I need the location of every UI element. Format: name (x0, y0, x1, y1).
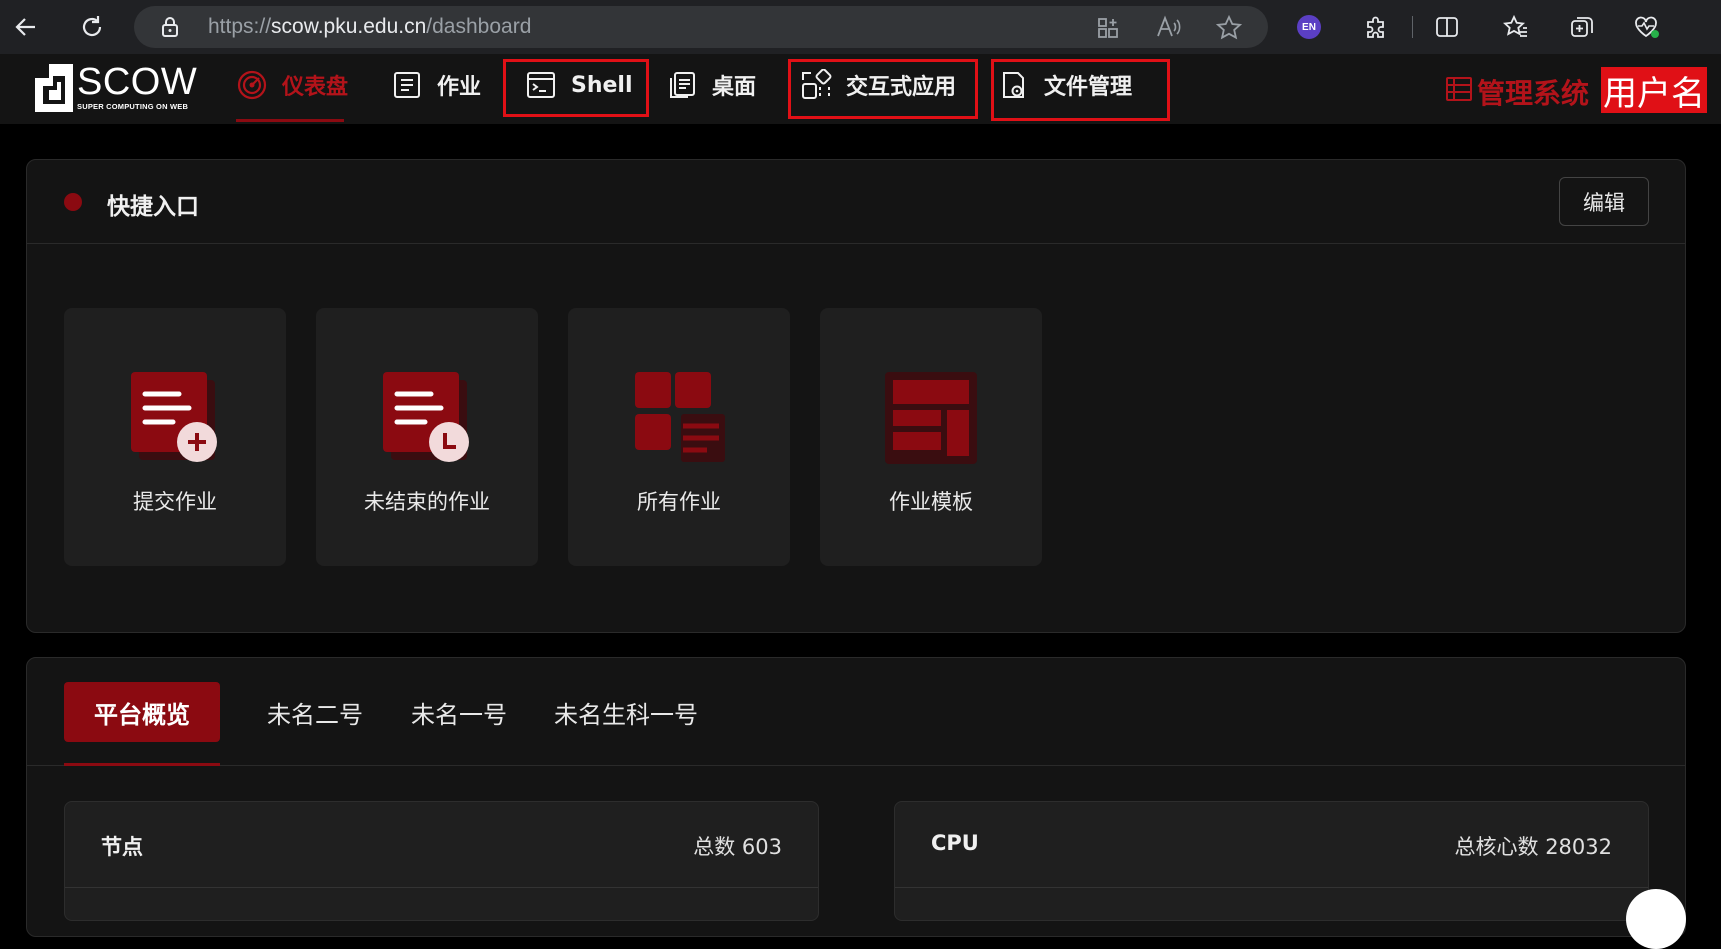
tab-weiming-2[interactable]: 未名二号 (267, 682, 363, 742)
admin-system-label: 管理系统 (1477, 77, 1590, 110)
tile-job-template-label: 作业模板 (889, 490, 973, 514)
tile-job-template[interactable]: 作业模板 (820, 308, 1042, 566)
cpu-stat-total: 总核心数 28032 (1454, 835, 1612, 859)
lock-icon[interactable] (160, 16, 180, 42)
platform-overview-card: 平台概览 未名二号 未名一号 未名生科一号 节点 总数 603 CPU 总核心数… (26, 657, 1686, 937)
nav-desktop-label: 桌面 (712, 75, 757, 100)
logo-title: SCOW (77, 61, 198, 103)
username-button[interactable]: 用户名 (1601, 67, 1707, 114)
apps-icon (800, 69, 832, 101)
tile-submit-job-label: 提交作业 (133, 490, 217, 514)
tile-running-jobs-label: 未结束的作业 (364, 490, 490, 514)
nav-file-manager[interactable]: 文件管理 (998, 54, 1132, 116)
profile-badge[interactable]: EN (1297, 15, 1321, 39)
admin-system-icon (1445, 75, 1473, 110)
tab-weiming-1[interactable]: 未名一号 (411, 682, 507, 742)
reload-icon[interactable] (76, 11, 108, 43)
edit-button[interactable]: 编辑 (1559, 177, 1649, 226)
submit-job-icon (127, 370, 223, 470)
nav-desktop[interactable]: 桌面 (666, 54, 756, 116)
quick-access-title: 快捷入口 (107, 194, 199, 220)
cluster-tab-bar: 平台概览 未名二号 未名一号 未名生科一号 (27, 658, 1685, 766)
cpu-stat-title: CPU (931, 831, 979, 855)
tile-all-jobs-label: 所有作业 (637, 490, 721, 514)
terminal-icon (525, 69, 557, 101)
tab-active-indicator (64, 763, 220, 766)
logo-subtitle: SUPER COMPUTING ON WEB (77, 102, 189, 111)
nav-shell-label: Shell (571, 72, 633, 98)
file-manager-icon (998, 69, 1030, 101)
tab-weiming-bio-1[interactable]: 未名生科一号 (554, 682, 698, 742)
url-text: https://scow.pku.edu.cn/dashboard (208, 15, 532, 38)
nav-active-indicator (236, 119, 344, 122)
scow-logo[interactable]: SCOW SUPER COMPUTING ON WEB (35, 61, 198, 112)
running-jobs-icon (379, 370, 475, 470)
nav-file-manager-label: 文件管理 (1044, 75, 1133, 100)
nav-jobs-label: 作业 (437, 75, 482, 100)
nav-dashboard[interactable]: 仪表盘 (236, 54, 348, 116)
address-bar[interactable]: https://scow.pku.edu.cn/dashboard (134, 6, 1268, 48)
read-aloud-icon[interactable] (1156, 15, 1182, 43)
tile-submit-job[interactable]: 提交作业 (64, 308, 286, 566)
nodes-stat-card: 节点 总数 603 (64, 801, 819, 921)
nav-dashboard-label: 仪表盘 (282, 75, 349, 100)
extensions-puzzle-icon[interactable] (1360, 11, 1392, 43)
nav-shell[interactable]: Shell (525, 54, 633, 116)
nodes-stat-total: 总数 603 (693, 835, 782, 859)
desktop-icon (666, 69, 698, 101)
quick-access-header: 快捷入口 编辑 (27, 160, 1685, 244)
all-jobs-icon (631, 370, 727, 470)
admin-system-link[interactable]: 管理系统 (1445, 72, 1589, 112)
quick-access-card: 快捷入口 编辑 提交作业 未结束的作业 所有作业 作业模板 (26, 159, 1686, 633)
tile-running-jobs[interactable]: 未结束的作业 (316, 308, 538, 566)
collections-icon[interactable] (1566, 11, 1598, 43)
nodes-stat-title: 节点 (101, 835, 143, 859)
job-template-icon (883, 370, 979, 470)
favorite-star-icon[interactable] (1215, 14, 1243, 45)
split-screen-icon[interactable] (1431, 11, 1463, 43)
job-list-icon (391, 69, 423, 101)
nav-interactive-apps[interactable]: 交互式应用 (800, 54, 956, 116)
app-available-icon[interactable] (1096, 16, 1120, 44)
scow-logo-icon (35, 64, 73, 112)
quick-access-dot-icon (64, 193, 82, 211)
back-icon[interactable] (10, 11, 42, 43)
tile-all-jobs[interactable]: 所有作业 (568, 308, 790, 566)
tab-platform-overview[interactable]: 平台概览 (64, 682, 220, 742)
browser-health-icon[interactable] (1631, 11, 1663, 43)
nav-interactive-apps-label: 交互式应用 (846, 75, 957, 100)
cpu-stat-card: CPU 总核心数 28032 (894, 801, 1649, 921)
favorites-icon[interactable] (1500, 11, 1532, 43)
floating-action-button[interactable] (1626, 889, 1686, 949)
browser-toolbar: https://scow.pku.edu.cn/dashboard EN (0, 0, 1721, 54)
nav-jobs[interactable]: 作业 (391, 54, 481, 116)
toolbar-divider (1412, 16, 1413, 38)
dashboard-icon (236, 69, 268, 101)
